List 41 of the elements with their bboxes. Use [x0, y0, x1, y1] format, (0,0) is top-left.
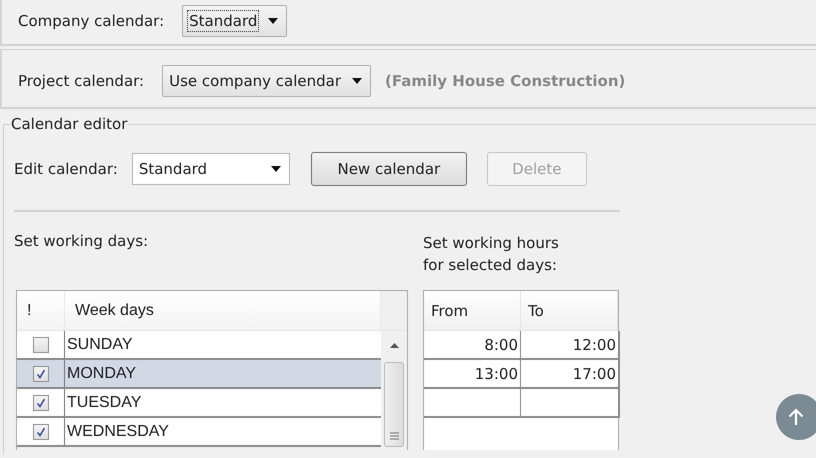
caret-icon — [268, 18, 278, 24]
dropdown[interactable]: Standard — [132, 153, 290, 185]
checkbox[interactable] — [32, 336, 48, 352]
day-name: MONDAY — [66, 364, 138, 384]
table-row[interactable]: TUESDAY — [17, 389, 381, 418]
table-row[interactable]: SUNDAY — [17, 331, 381, 360]
section-label: Set working days: — [14, 232, 150, 252]
column-header[interactable]: Week days — [65, 291, 381, 330]
checkmark-icon — [36, 398, 46, 408]
column-header[interactable]: ! — [17, 291, 65, 330]
field-label: Edit calendar: — [14, 160, 118, 178]
day-name: SUNDAY — [66, 334, 134, 354]
day-name: TUESDAY — [66, 392, 142, 412]
day-name: WEDNESDAY — [66, 422, 170, 442]
arrow-up-icon — [788, 408, 804, 426]
scroll-up-icon[interactable] — [390, 343, 398, 348]
table-row[interactable]: WEDNESDAY — [17, 418, 381, 447]
checkmark-icon — [36, 368, 46, 378]
grip-icon — [390, 432, 398, 440]
caret-icon — [352, 78, 362, 84]
table-cell[interactable]: 12:00 — [521, 331, 618, 358]
new-calendar-button[interactable]: New calendar — [310, 152, 467, 186]
scroll-to-top-button[interactable] — [776, 394, 816, 440]
project-name: (Family House Construction) — [385, 72, 626, 90]
section-label: Set working hours for selected days: — [423, 233, 560, 276]
table-cell[interactable]: 13:00 — [424, 360, 521, 387]
table-cell[interactable]: 17:00 — [521, 360, 618, 387]
column-header[interactable]: To — [521, 291, 618, 330]
table-row[interactable]: MONDAY — [17, 360, 381, 389]
checkbox[interactable] — [32, 424, 48, 440]
checkbox[interactable] — [32, 394, 48, 410]
caret-icon — [270, 166, 281, 172]
section-title: Calendar editor — [11, 115, 128, 133]
field-label: Project calendar: — [18, 72, 144, 90]
checkmark-icon — [36, 426, 46, 436]
dropdown[interactable]: Use company calendar — [162, 64, 372, 96]
column-header[interactable]: From — [424, 291, 521, 330]
checkbox[interactable] — [32, 366, 48, 382]
field-label: Company calendar: — [18, 12, 164, 30]
dropdown[interactable]: Standard — [182, 5, 288, 37]
table-cell[interactable]: 8:00 — [424, 331, 521, 358]
